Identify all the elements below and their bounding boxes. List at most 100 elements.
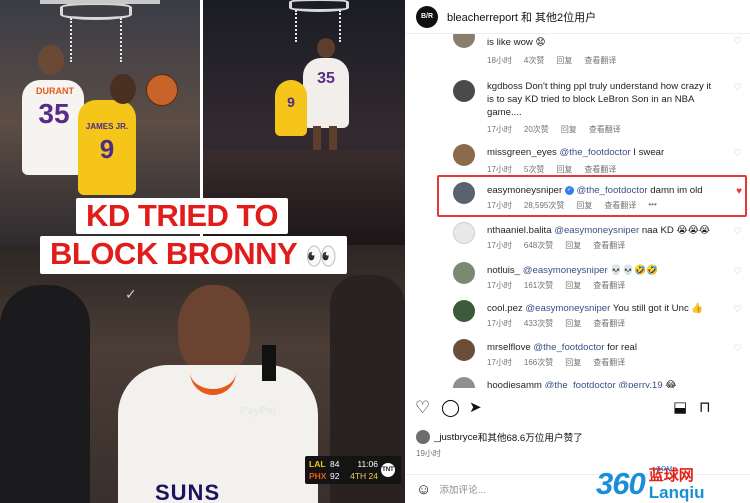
comment-like-icon[interactable]: ♡ — [733, 36, 742, 47]
translate-button[interactable]: 查看翻译 — [593, 318, 625, 329]
post-media[interactable]: DURANT 35 JAMES JR. 9 35 9 ✓ PayPal SUNS… — [0, 0, 405, 503]
reply-button[interactable]: 回复 — [565, 280, 581, 291]
comment-like-icon[interactable]: ♡ — [733, 82, 742, 93]
eyes-emoji-icon: 👀 — [305, 240, 338, 271]
comment-text: missgreen_eyes @the_footdoctor I swear — [487, 146, 720, 159]
comment-meta: 17小时 5次赞 回复 查看翻译 — [487, 164, 616, 175]
basketball — [146, 74, 178, 106]
comment-username[interactable]: notluis_ — [487, 265, 520, 276]
reply-button[interactable]: 回复 — [556, 55, 572, 66]
comment-likes[interactable]: 5次赞 — [524, 164, 544, 175]
comment-body: for real — [607, 342, 637, 353]
player-durant-dunk-head — [317, 38, 335, 58]
comment-username[interactable]: nthaaniel.balita — [487, 225, 552, 236]
comment-avatar[interactable] — [453, 377, 475, 388]
post-timestamp[interactable]: 19小时 — [416, 448, 441, 459]
reply-button[interactable]: 回复 — [565, 240, 581, 251]
comment-likes[interactable]: 161次赞 — [524, 280, 553, 291]
watermark-number: 360 — [596, 466, 646, 501]
comment-meta: 17小时 20次赞 回复 查看翻译 — [487, 124, 621, 135]
comment-mention[interactable]: @the_footdoctor — [560, 147, 631, 158]
comment-username[interactable]: mrselflove — [487, 342, 531, 353]
jersey-number-frame2: 35 — [317, 70, 335, 87]
highlight-box — [437, 175, 747, 217]
liked-by-user[interactable]: _justbryce — [434, 432, 478, 443]
comment-username[interactable]: missgreen_eyes — [487, 147, 557, 158]
comment-avatar[interactable] — [453, 262, 475, 284]
comment-time: 17小时 — [487, 165, 512, 174]
reply-button[interactable]: 回复 — [556, 164, 572, 175]
comment-username[interactable]: hoodiesamm — [487, 380, 542, 388]
comment-username[interactable]: kgdboss — [487, 81, 523, 92]
comment-avatar[interactable] — [453, 300, 475, 322]
comment-likes[interactable]: 648次赞 — [524, 240, 553, 251]
comment-username[interactable]: cool.pez — [487, 303, 523, 314]
comment-like-icon[interactable]: ♡ — [733, 266, 742, 277]
comment-mention[interactable]: @easymoneysniper — [554, 225, 639, 236]
comment-avatar[interactable] — [453, 339, 475, 361]
armband — [262, 345, 276, 381]
comment-body: is like wow 😧 — [487, 37, 546, 48]
scorebug-quarter: 4TH 24 — [347, 471, 378, 481]
comment-mention[interactable]: @easymoneysniper — [525, 303, 610, 314]
translate-button[interactable]: 查看翻译 — [584, 55, 616, 66]
comment-text: cool.pez @easymoneysniper You still got … — [487, 302, 720, 315]
repost-icon[interactable]: ⬓ — [673, 395, 687, 421]
scorebug-shotclock: 24 — [368, 471, 378, 481]
comment-mention[interactable]: @the_footdoctor @perry.19 — [545, 380, 663, 388]
comment-avatar[interactable] — [453, 222, 475, 244]
jersey-number-frame2b: 9 — [287, 94, 295, 110]
emoji-icon[interactable]: ☺ — [416, 481, 431, 498]
comment-body: You still got it Unc 👍 — [612, 303, 704, 314]
durant-head — [178, 285, 250, 377]
comment-likes[interactable]: 433次赞 — [524, 318, 553, 329]
reply-button[interactable]: 回复 — [565, 318, 581, 329]
comment-avatar[interactable] — [453, 80, 475, 102]
reply-button[interactable]: 回复 — [565, 357, 581, 368]
post-author[interactable]: bleacherreport 和 其他2位用户 — [447, 9, 596, 25]
translate-button[interactable]: 查看翻译 — [593, 280, 625, 291]
post-header: B/R bleacherreport 和 其他2位用户 — [405, 0, 750, 34]
comment-time: 17小时 — [487, 125, 512, 134]
comment-like-icon[interactable]: ♡ — [733, 304, 742, 315]
translate-button[interactable]: 查看翻译 — [593, 357, 625, 368]
video-caption: KD TRIED TO BLOCK BRONNY 👀 — [40, 198, 360, 274]
translate-button[interactable]: 查看翻译 — [589, 124, 621, 135]
translate-button[interactable]: 查看翻译 — [584, 164, 616, 175]
reply-button[interactable]: 回复 — [561, 124, 577, 135]
comment-likes[interactable]: 20次赞 — [524, 124, 549, 135]
comment-mention[interactable]: @easymoneysniper — [523, 265, 608, 276]
scorebug-score1: 84 — [330, 459, 340, 469]
nike-logo-icon: ✓ — [125, 286, 137, 302]
scorebug-team1: LAL — [309, 459, 326, 469]
liked-by-rest[interactable]: 和其他68.6万位用户赞了 — [478, 430, 583, 444]
liked-by[interactable]: _justbryce 和其他68.6万位用户赞了 — [416, 430, 583, 444]
comment-likes[interactable]: 166次赞 — [524, 357, 553, 368]
comment-body: 😂 — [665, 380, 677, 388]
account-avatar[interactable]: B/R — [416, 5, 438, 28]
send-icon[interactable]: ➤ — [469, 395, 482, 421]
comment-avatar[interactable] — [453, 34, 475, 48]
post-actions: ♡ ◯ ➤ ⬓ ⊓ — [405, 395, 750, 421]
watermark-logo: 360 .COM 蓝球网 Lanqiu — [596, 466, 704, 502]
liked-by-avatar[interactable] — [416, 430, 430, 444]
heart-outline-icon[interactable]: ♡ — [415, 395, 430, 421]
app-root: DURANT 35 JAMES JR. 9 35 9 ✓ PayPal SUNS… — [0, 0, 750, 503]
comment-meta: 17小时 648次赞 回复 查看翻译 — [487, 240, 625, 251]
comment-icon[interactable]: ◯ — [441, 395, 460, 421]
author-name[interactable]: bleacherreport — [447, 12, 518, 24]
comment-like-icon[interactable]: ♡ — [733, 343, 742, 354]
coauthors-label[interactable]: 和 其他2位用户 — [521, 12, 596, 24]
comment-like-icon[interactable]: ♡ — [733, 148, 742, 159]
translate-button[interactable]: 查看翻译 — [593, 240, 625, 251]
comment-like-icon[interactable]: ♡ — [733, 226, 742, 237]
scorebug-score2: 92 — [330, 471, 340, 481]
comment-time: 17小时 — [487, 241, 512, 250]
comment-time: 17小时 — [487, 319, 512, 328]
comment-likes[interactable]: 4次赞 — [524, 55, 544, 66]
comment-mention[interactable]: @the_footdoctor — [533, 342, 604, 353]
comment-input[interactable]: 添加评论... — [439, 482, 485, 496]
bookmark-icon[interactable]: ⊓ — [699, 395, 711, 421]
network-logo: TNT — [381, 463, 395, 477]
comment-avatar[interactable] — [453, 144, 475, 166]
